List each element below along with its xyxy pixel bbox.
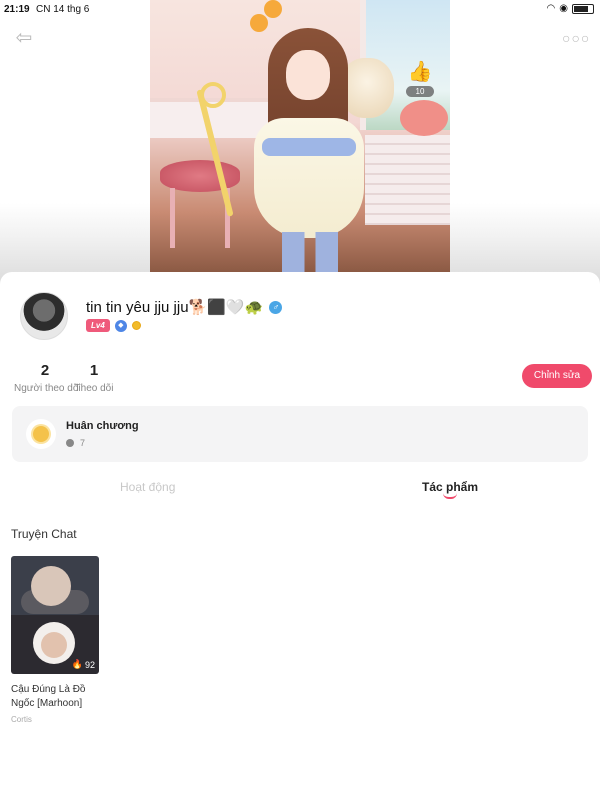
character-dress	[254, 118, 364, 238]
followers-stat[interactable]: 2 Người theo dõi	[14, 362, 81, 394]
story-title[interactable]: Cậu Đúng Là Đồ Ngốc [Marhoon]	[11, 683, 101, 711]
character-face	[286, 50, 330, 100]
edit-profile-button[interactable]: Chỉnh sửa	[522, 364, 592, 388]
tab-activity[interactable]: Hoạt động	[120, 480, 175, 494]
wifi-icon: ◠	[546, 3, 556, 14]
like-button[interactable]: 👍 10	[406, 60, 434, 97]
followers-count: 2	[40, 362, 50, 379]
profile-panel: tin tin yêu jju jju🐕‍⬛🤍🐢 ♂ Lv4 ◆ 2 Người…	[0, 272, 600, 800]
male-icon: ♂	[269, 301, 283, 314]
medals-count: 7	[66, 438, 85, 448]
flame-icon: 🔥	[71, 659, 83, 669]
battery-icon	[572, 3, 594, 14]
username: tin tin yêu jju jju🐕‍⬛🤍🐢 ♂	[86, 298, 283, 316]
thumbs-up-icon: 👍	[407, 61, 433, 83]
following-label: Theo dõi	[74, 383, 114, 394]
story-author: Cortis	[11, 715, 32, 724]
avatar[interactable]	[20, 292, 68, 340]
level-badge[interactable]: Lv4	[86, 319, 110, 332]
section-title: Truyện Chat	[11, 527, 77, 541]
verified-shield-icon[interactable]: ◆	[114, 319, 127, 332]
scene-cabinet	[365, 135, 450, 225]
status-date: CN 14 thg 6	[36, 4, 90, 15]
followers-label: Người theo dõi	[14, 383, 81, 394]
story-card[interactable]: 🔥 92 Cậu Đúng Là Đồ Ngốc [Marhoon] Corti…	[11, 556, 99, 724]
back-arrow-icon[interactable]: ⇦	[12, 26, 36, 50]
story-views: 🔥 92	[71, 659, 95, 670]
following-count: 1	[89, 362, 99, 379]
cover-banner: 21:19 CN 14 thg 6 ◠ ◉ ⇦ ○○○ 👍 10	[0, 0, 600, 290]
story-thumbnail[interactable]: 🔥 92	[11, 556, 99, 674]
cover-illustration	[150, 0, 450, 272]
active-tab-indicator	[443, 493, 457, 499]
user-badges: Lv4 ◆	[86, 319, 141, 332]
medal-icon	[26, 419, 56, 449]
scene-teddy-bear	[340, 58, 394, 118]
more-options-icon[interactable]: ○○○	[562, 28, 589, 48]
tab-works[interactable]: Tác phẩm	[422, 480, 478, 494]
following-stat[interactable]: 1 Theo dõi	[74, 362, 114, 394]
medal-dot-icon	[66, 439, 74, 447]
medals-card[interactable]: Huân chương 7	[12, 406, 588, 462]
status-bar: 21:19 CN 14 thg 6 ◠ ◉	[0, 2, 600, 18]
scene-pillow	[400, 100, 448, 136]
coin-icon[interactable]	[131, 321, 141, 330]
medals-title: Huân chương	[66, 420, 139, 432]
like-count: 10	[406, 86, 434, 97]
lock-rotation-icon: ◉	[559, 3, 568, 14]
status-time: 21:19	[4, 4, 30, 15]
